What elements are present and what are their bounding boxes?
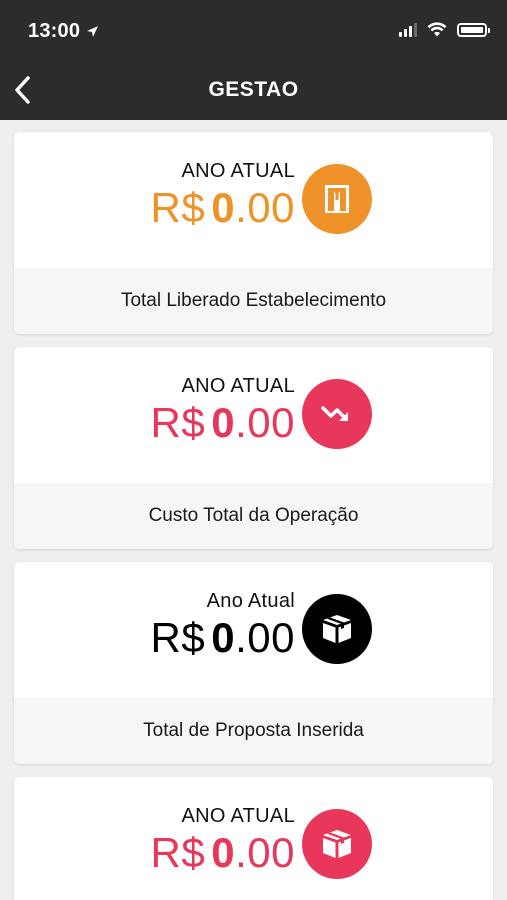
card-label: Total Liberado Estabelecimento xyxy=(14,268,493,334)
page-title: GESTAO xyxy=(208,78,299,101)
amount-value: R$ 0.00 xyxy=(150,614,295,661)
location-arrow-icon xyxy=(87,26,99,37)
status-time-text: 13:00 xyxy=(28,20,81,42)
battery-icon xyxy=(457,22,490,37)
box-icon xyxy=(323,615,351,643)
card-label: Custo Total da Operação xyxy=(14,483,493,549)
card-values: ANO ATUAL R$ 0.00 xyxy=(151,805,295,876)
card-badge xyxy=(302,809,372,879)
card-values: Ano Atual R$ 0.00 xyxy=(151,590,295,661)
app-screen: 13:00 GESTAO ANO ATUAL R$ 0.00 Total Lib… xyxy=(0,0,507,900)
card-header: ANO ATUAL R$ 0.00 xyxy=(14,777,493,900)
card-partial[interactable]: ANO ATUAL R$ 0.00 xyxy=(14,777,493,900)
amount-value: R$ 0.00 xyxy=(150,399,295,446)
period-label: ANO ATUAL xyxy=(181,375,295,397)
status-icons xyxy=(399,22,490,37)
card-header: ANO ATUAL R$ 0.00 xyxy=(14,132,493,268)
period-label: Ano Atual xyxy=(206,590,295,612)
period-label: ANO ATUAL xyxy=(181,160,295,182)
card-values: ANO ATUAL R$ 0.00 xyxy=(151,375,295,446)
card-total-proposta[interactable]: Ano Atual R$ 0.00 Total de Proposta Inser… xyxy=(14,562,493,764)
card-label: Total de Proposta Inserida xyxy=(14,698,493,764)
dashboard-list: ANO ATUAL R$0.00 Total Liberado Estabel xyxy=(0,120,507,900)
period-label: ANO ATUAL xyxy=(181,805,295,827)
wifi-icon xyxy=(427,22,447,37)
trend-down-icon xyxy=(321,406,348,421)
amount-value: R$ 0.00 xyxy=(150,829,295,876)
card-header: ANO ATUAL R$ 0.00 xyxy=(14,347,493,483)
card-badge xyxy=(302,164,372,234)
status-time: 13:00 xyxy=(28,20,99,43)
amount-value: R$ 0.00 xyxy=(150,184,295,231)
card-badge xyxy=(302,594,372,664)
top-bar: 13:00 GESTAO xyxy=(0,0,507,120)
box-icon xyxy=(323,830,351,858)
card-badge xyxy=(302,379,372,449)
signal-icon xyxy=(399,22,417,37)
card-custo-total[interactable]: ANO ATUAL R$ 0.00 Custo Total da Operação xyxy=(14,347,493,549)
card-total-liberado[interactable]: ANO ATUAL R$0.00 Total Liberado Estabel xyxy=(14,132,493,334)
document-icon xyxy=(325,185,349,213)
card-values: ANO ATUAL R$ 0.00 xyxy=(151,160,295,231)
card-header: Ano Atual R$ 0.00 xyxy=(14,562,493,698)
